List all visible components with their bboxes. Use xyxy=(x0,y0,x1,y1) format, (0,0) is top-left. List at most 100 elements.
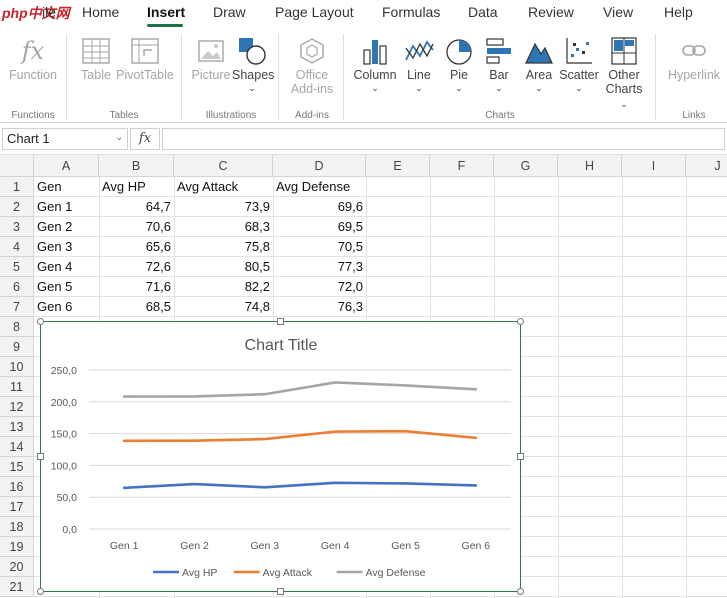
row-header[interactable]: 12 xyxy=(0,397,34,417)
other-charts-button[interactable]: Other Charts ⌄ xyxy=(601,34,647,110)
column-header-c[interactable]: C xyxy=(174,155,273,177)
tab-file[interactable]: ile xyxy=(42,4,56,20)
table-cell[interactable]: 70,6 xyxy=(99,217,174,237)
table-cell[interactable]: 70,5 xyxy=(273,237,366,257)
x-tick-label: Gen 1 xyxy=(110,540,139,552)
table-cell[interactable]: 74,8 xyxy=(174,297,273,317)
table-icon xyxy=(82,38,110,64)
table-cell[interactable]: Gen 6 xyxy=(34,297,99,317)
row-header[interactable]: 16 xyxy=(0,477,34,497)
pivottable-button[interactable]: PivotTable xyxy=(116,34,174,82)
name-box[interactable]: Chart 1 ⌄ xyxy=(2,128,128,150)
insert-function-button[interactable]: fx xyxy=(130,128,160,150)
row-header[interactable]: 2 xyxy=(0,197,34,217)
row-header[interactable]: 1 xyxy=(0,177,34,197)
scatter-chart-button[interactable]: Scatter ⌄ xyxy=(558,34,600,94)
resize-handle-bottom-right[interactable] xyxy=(517,588,524,595)
shapes-button[interactable]: Shapes ⌄ xyxy=(232,34,274,94)
chart-object[interactable]: Chart Title 0,0 50,0 100,0 150,0 200,0 250,0 Ge… xyxy=(40,321,521,592)
table-button[interactable]: Table xyxy=(78,34,114,82)
table-cell[interactable]: 68,5 xyxy=(99,297,174,317)
tab-formulas[interactable]: Formulas xyxy=(382,4,440,20)
function-button[interactable]: fx Function xyxy=(6,34,60,82)
picture-button[interactable]: Picture xyxy=(190,34,232,82)
pie-chart-button[interactable]: Pie ⌄ xyxy=(441,34,477,94)
table-cell[interactable]: Gen 3 xyxy=(34,237,99,257)
column-header-b[interactable]: B xyxy=(99,155,174,177)
table-cell[interactable]: Gen 1 xyxy=(34,197,99,217)
table-cell[interactable]: 75,8 xyxy=(174,237,273,257)
row-header[interactable]: 13 xyxy=(0,417,34,437)
row-header[interactable]: 20 xyxy=(0,557,34,577)
table-cell[interactable]: 73,9 xyxy=(174,197,273,217)
tab-help[interactable]: Help xyxy=(664,4,693,20)
cell-header-avg-hp[interactable]: Avg HP xyxy=(99,177,174,197)
table-cell[interactable]: 72,6 xyxy=(99,257,174,277)
column-header-j[interactable]: J xyxy=(686,155,727,177)
row-header[interactable]: 19 xyxy=(0,537,34,557)
row-header[interactable]: 9 xyxy=(0,337,34,357)
table-cell[interactable]: 77,3 xyxy=(273,257,366,277)
resize-handle-bottom-left[interactable] xyxy=(37,588,44,595)
column-header-i[interactable]: I xyxy=(622,155,686,177)
column-header-g[interactable]: G xyxy=(494,155,558,177)
table-cell[interactable]: 68,3 xyxy=(174,217,273,237)
table-cell[interactable]: 69,5 xyxy=(273,217,366,237)
hyperlink-button[interactable]: Hyperlink xyxy=(664,34,724,82)
tab-page-layout[interactable]: Page Layout xyxy=(275,4,354,20)
row-header[interactable]: 7 xyxy=(0,297,34,317)
cell-header-gen[interactable]: Gen xyxy=(34,177,99,197)
tab-insert[interactable]: Insert xyxy=(147,4,185,20)
tab-view[interactable]: View xyxy=(603,4,633,20)
table-cell[interactable]: 80,5 xyxy=(174,257,273,277)
column-header-f[interactable]: F xyxy=(430,155,494,177)
y-tick-label: 0,0 xyxy=(62,524,77,536)
formula-input[interactable] xyxy=(162,128,725,150)
area-chart-button[interactable]: Area ⌄ xyxy=(521,34,557,94)
table-cell[interactable]: 69,6 xyxy=(273,197,366,217)
row-header[interactable]: 4 xyxy=(0,237,34,257)
row-header[interactable]: 14 xyxy=(0,437,34,457)
column-header-d[interactable]: D xyxy=(273,155,366,177)
cell-header-avg-attack[interactable]: Avg Attack xyxy=(174,177,273,197)
tab-draw[interactable]: Draw xyxy=(213,4,246,20)
table-cell[interactable]: Gen 4 xyxy=(34,257,99,277)
resize-handle-bottom[interactable] xyxy=(277,588,284,595)
row-header[interactable]: 15 xyxy=(0,457,34,477)
select-all-corner[interactable] xyxy=(0,155,34,177)
table-cell[interactable]: 76,3 xyxy=(273,297,366,317)
row-header[interactable]: 5 xyxy=(0,257,34,277)
column-chart-button[interactable]: Column ⌄ xyxy=(352,34,398,94)
row-header[interactable]: 21 xyxy=(0,577,34,597)
line-chart-button[interactable]: Line ⌄ xyxy=(400,34,438,94)
row-header[interactable]: 6 xyxy=(0,277,34,297)
row-header[interactable]: 10 xyxy=(0,357,34,377)
tab-review[interactable]: Review xyxy=(528,4,574,20)
table-cell[interactable]: Gen 2 xyxy=(34,217,99,237)
table-cell[interactable]: 72,0 xyxy=(273,277,366,297)
row-header[interactable]: 17 xyxy=(0,497,34,517)
chevron-down-icon[interactable]: ⌄ xyxy=(115,132,123,143)
resize-handle-top[interactable] xyxy=(277,318,284,325)
resize-handle-right[interactable] xyxy=(517,453,524,460)
table-cell[interactable]: 64,7 xyxy=(99,197,174,217)
tab-home[interactable]: Home xyxy=(82,4,119,20)
row-header[interactable]: 11 xyxy=(0,377,34,397)
bar-chart-button[interactable]: Bar ⌄ xyxy=(481,34,517,94)
row-header[interactable]: 8 xyxy=(0,317,34,337)
column-header-a[interactable]: A xyxy=(34,155,99,177)
table-cell[interactable]: Gen 5 xyxy=(34,277,99,297)
column-header-e[interactable]: E xyxy=(366,155,430,177)
resize-handle-top-left[interactable] xyxy=(37,318,44,325)
table-cell[interactable]: 82,2 xyxy=(174,277,273,297)
tab-data[interactable]: Data xyxy=(468,4,498,20)
resize-handle-top-right[interactable] xyxy=(517,318,524,325)
resize-handle-left[interactable] xyxy=(37,453,44,460)
column-header-h[interactable]: H xyxy=(558,155,622,177)
table-cell[interactable]: 71,6 xyxy=(99,277,174,297)
row-header[interactable]: 18 xyxy=(0,517,34,537)
row-header[interactable]: 3 xyxy=(0,217,34,237)
table-cell[interactable]: 65,6 xyxy=(99,237,174,257)
office-addins-button[interactable]: Office Add-ins xyxy=(286,34,338,96)
cell-header-avg-defense[interactable]: Avg Defense xyxy=(273,177,366,197)
